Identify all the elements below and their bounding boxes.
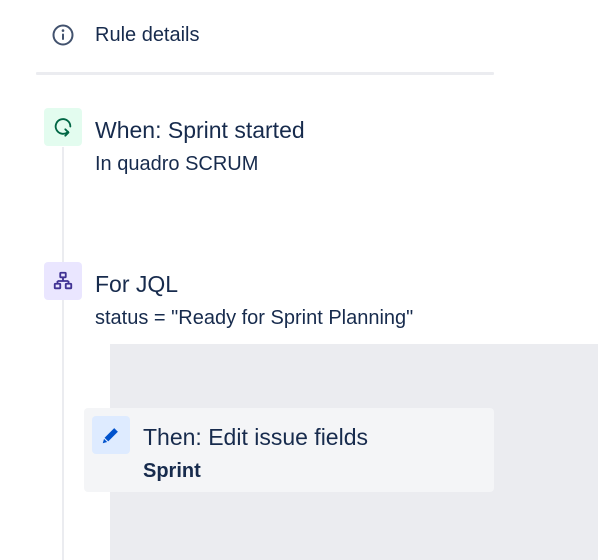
branch-component[interactable]: For JQL status = "Ready for Sprint Plann… bbox=[0, 262, 500, 342]
rule-details-label: Rule details bbox=[95, 24, 200, 46]
main-flow-line bbox=[62, 147, 64, 560]
trigger-subtitle: In quadro SCRUM bbox=[95, 153, 259, 175]
pencil-icon bbox=[92, 416, 130, 454]
automation-rule-canvas: Rule details When: Sprint started In qua… bbox=[0, 0, 598, 560]
divider bbox=[36, 72, 494, 75]
action-title: Then: Edit issue fields bbox=[143, 424, 369, 450]
branch-subtitle: status = "Ready for Sprint Planning" bbox=[95, 307, 414, 329]
trigger-title: When: Sprint started bbox=[95, 117, 305, 143]
branch-title: For JQL bbox=[95, 271, 179, 297]
action-component[interactable]: Then: Edit issue fields Sprint bbox=[84, 408, 494, 492]
action-subtitle: Sprint bbox=[143, 460, 201, 482]
trigger-component[interactable]: When: Sprint started In quadro SCRUM bbox=[0, 108, 500, 188]
rule-details-item[interactable]: Rule details bbox=[50, 20, 200, 50]
info-icon bbox=[50, 22, 76, 48]
sprint-trigger-icon bbox=[44, 108, 82, 146]
branch-icon bbox=[44, 262, 82, 300]
